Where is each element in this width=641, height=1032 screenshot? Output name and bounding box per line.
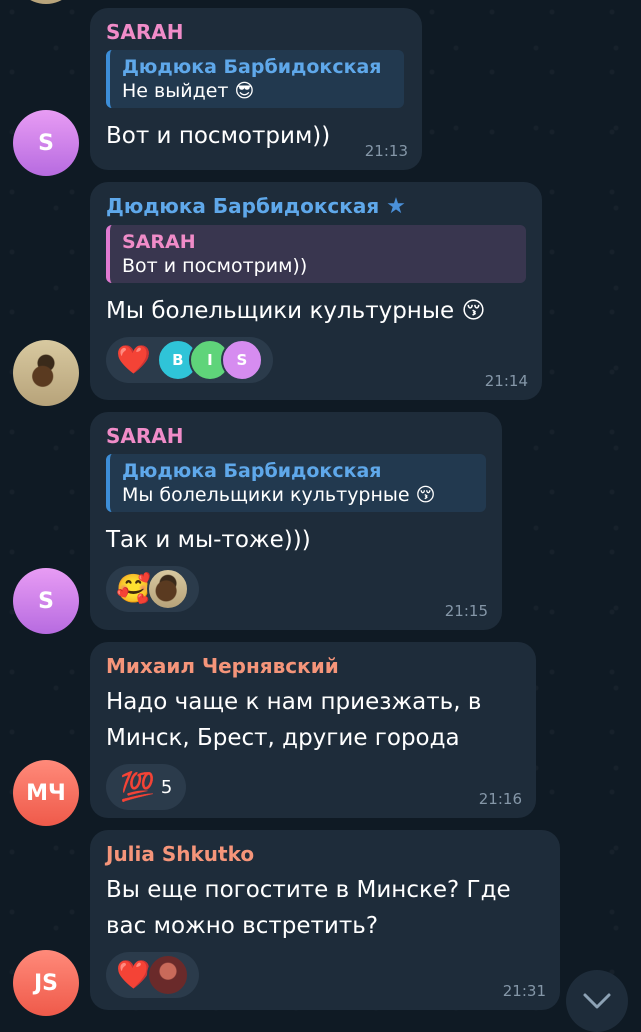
message-text: Вот и посмотрим)) [106, 123, 331, 149]
hundred-points-icon: 💯 [120, 770, 155, 803]
star-icon: ★ [386, 194, 406, 219]
reaction-smiling-hearts[interactable]: 🥰 [106, 566, 199, 612]
reply-quote[interactable]: Дюдюка Барбидокская Не выйдет 😎 [106, 50, 404, 108]
reaction-heart[interactable]: ❤️ [106, 952, 199, 998]
avatar[interactable]: JS [13, 950, 79, 1016]
reply-quote[interactable]: SARAH Вот и посмотрим)) [106, 225, 526, 283]
message-time: 21:14 [484, 372, 528, 390]
sender-name[interactable]: Дюдюка Барбидокская ★ [106, 194, 526, 219]
message-time: 21:31 [502, 982, 546, 1000]
reply-quote[interactable]: Дюдюка Барбидокская Мы болельщики культу… [106, 454, 486, 512]
sender-name[interactable]: Julia Shkutko [106, 842, 544, 866]
message-time: 21:13 [364, 142, 408, 160]
heart-icon: ❤️ [116, 343, 151, 376]
reactions-row: 💯 5 [106, 764, 520, 810]
reaction-100[interactable]: 💯 5 [106, 764, 187, 810]
reply-sender: Дюдюка Барбидокская [122, 56, 382, 78]
avatar[interactable]: МЧ [13, 760, 79, 826]
reply-text: Мы болельщики культурные 😚 [122, 484, 436, 506]
message-text: Так и мы-тоже))) [106, 527, 311, 553]
heart-icon: ❤️ [116, 958, 151, 991]
message-bubble[interactable]: Julia Shkutko Вы еще погостите в Минске?… [90, 830, 560, 1010]
scroll-to-bottom-button[interactable] [566, 970, 628, 1032]
reactor-avatar [146, 954, 189, 996]
reply-text: Вот и посмотрим)) [122, 255, 308, 277]
message-text: Мы болельщики культурные 😚 [106, 298, 486, 324]
sender-name[interactable]: SARAH [106, 424, 486, 448]
reactions-row: 🥰 [106, 566, 486, 612]
message-time: 21:15 [444, 602, 488, 620]
sender-name[interactable]: SARAH [106, 20, 406, 44]
message-bubble[interactable]: SARAH Дюдюка Барбидокская Не выйдет 😎 Во… [90, 8, 422, 170]
message-text-line: Надо чаще к нам приезжать, в [106, 689, 482, 715]
avatar-initials: JS [33, 970, 59, 996]
message-text-line: вас можно встретить? [106, 913, 379, 939]
reply-text: Не выйдет 😎 [122, 80, 255, 102]
reaction-count: 5 [160, 776, 173, 798]
message-bubble[interactable]: SARAH Дюдюка Барбидокская Мы болельщики … [90, 412, 502, 630]
avatar[interactable]: S [13, 110, 79, 176]
smiling-face-hearts-icon: 🥰 [116, 572, 151, 605]
reactions-row: ❤️ B I S [106, 337, 526, 383]
avatar-initials: S [38, 588, 54, 614]
message-time: 21:16 [478, 790, 522, 808]
chevron-down-icon [583, 993, 611, 1009]
reactor-avatar [146, 568, 189, 610]
reply-sender: SARAH [122, 231, 196, 253]
avatar-initials: S [38, 130, 54, 156]
reaction-heart[interactable]: ❤️ B I S [106, 337, 273, 383]
message-text-line: Минск, Брест, другие города [106, 725, 460, 751]
reply-sender: Дюдюка Барбидокская [122, 460, 382, 482]
avatar[interactable]: S [13, 568, 79, 634]
message-text-line: Вы еще погостите в Минске? Где [106, 877, 511, 903]
sender-name-text: Дюдюка Барбидокская [106, 194, 380, 218]
message-bubble[interactable]: Дюдюка Барбидокская ★ SARAH Вот и посмот… [90, 182, 542, 400]
message-bubble[interactable]: Михаил Чернявский Надо чаще к нам приезж… [90, 642, 536, 818]
avatar-initials: МЧ [26, 780, 66, 806]
avatar[interactable] [13, 340, 79, 406]
sender-name[interactable]: Михаил Чернявский [106, 654, 520, 678]
reactions-row: ❤️ [106, 952, 544, 998]
reactor-avatar: S [220, 339, 263, 381]
